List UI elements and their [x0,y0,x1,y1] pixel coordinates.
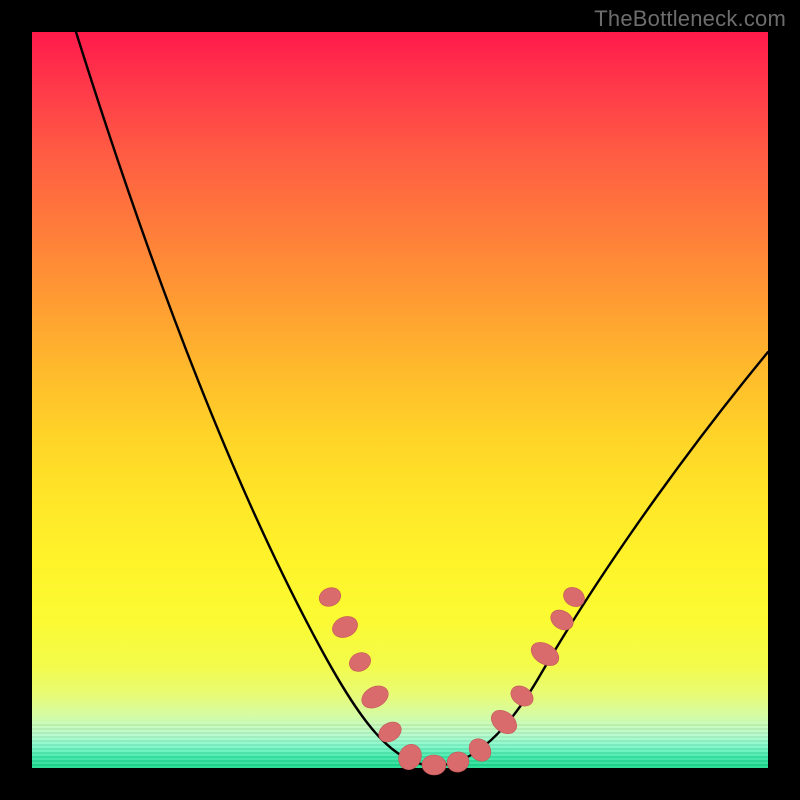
marker [422,755,447,776]
curve-svg [32,32,768,768]
marker [329,613,361,642]
marker [358,682,392,713]
watermark-text: TheBottleneck.com [594,6,786,32]
marker-group [316,584,588,776]
marker [346,649,374,675]
bottleneck-curve [76,32,768,766]
marker [445,749,471,774]
marker [395,741,426,774]
marker [547,606,577,634]
marker [316,585,343,610]
marker [560,584,588,611]
chart-frame: TheBottleneck.com [0,0,800,800]
marker [375,718,405,746]
plot-area [32,32,768,768]
